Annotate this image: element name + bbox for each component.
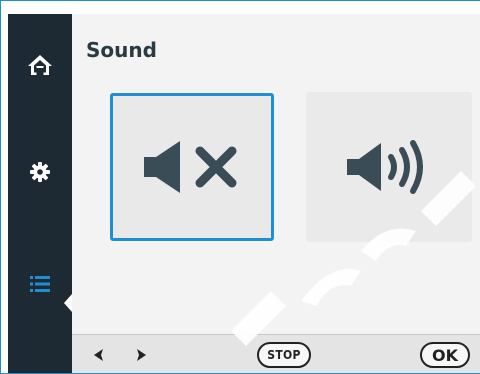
device-screen: Sound STOP OK (0, 0, 480, 374)
sound-on-option[interactable] (306, 92, 472, 242)
ok-button-label: OK (420, 342, 470, 368)
page-title: Sound (86, 38, 157, 62)
mute-option[interactable] (110, 93, 274, 241)
sidebar-item-settings[interactable] (8, 154, 72, 190)
prev-button[interactable] (86, 335, 112, 373)
speaker-muted-icon (144, 141, 237, 193)
home-icon (28, 55, 52, 75)
stop-button-label: STOP (257, 342, 311, 368)
next-button[interactable] (128, 335, 154, 373)
gear-icon (30, 162, 50, 182)
arrow-right-icon (137, 349, 146, 361)
ok-button[interactable]: OK (417, 335, 473, 373)
bottom-bar: STOP OK (72, 334, 480, 373)
sidebar-item-home[interactable] (8, 47, 72, 83)
main-panel: Sound (72, 14, 480, 334)
arrow-left-icon (94, 349, 103, 361)
stop-button[interactable]: STOP (254, 335, 314, 373)
list-icon (30, 276, 50, 292)
speaker-on-icon (347, 140, 423, 194)
active-indicator (64, 294, 72, 312)
sidebar-item-menu[interactable] (8, 266, 72, 302)
sidebar (8, 14, 72, 373)
